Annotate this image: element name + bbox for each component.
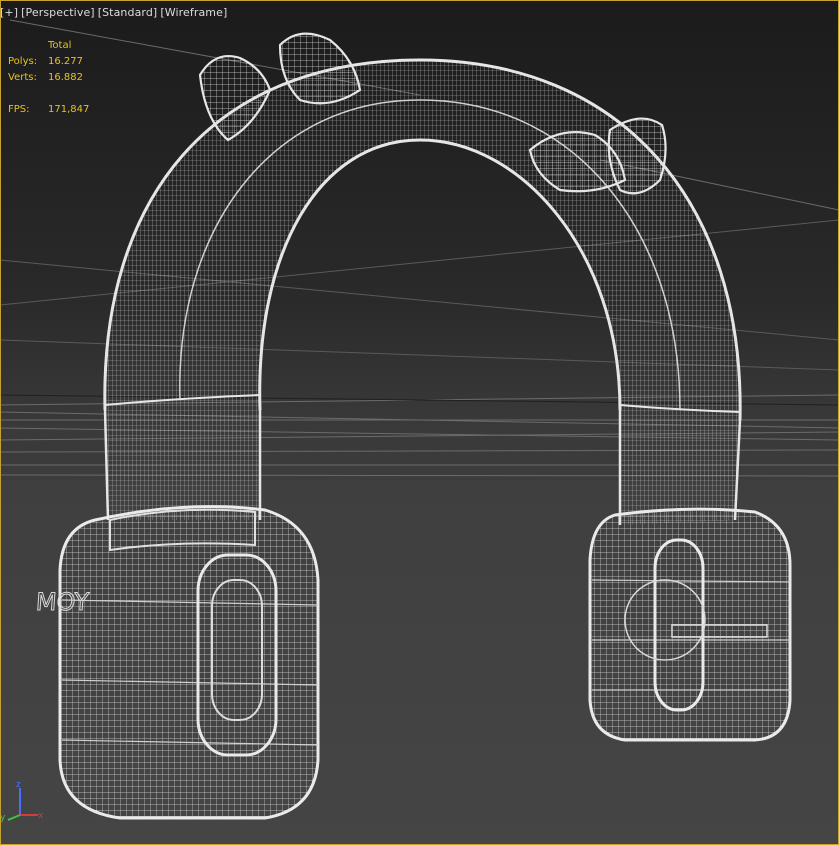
stats-polys-label: Polys: (8, 56, 38, 67)
stats-verts-row: Verts: 16.882 (8, 70, 89, 86)
left-earcup-wireframe[interactable]: MOY (34, 505, 320, 820)
viewport-mode-menu[interactable]: [Wireframe] (160, 6, 227, 19)
stats-polys-value: 16.277 (48, 56, 83, 67)
axis-z-label: z (16, 780, 21, 790)
viewport-plus-menu[interactable]: [+] (0, 6, 18, 19)
stats-header: Total (48, 40, 72, 51)
perspective-viewport[interactable]: MOY z x y [+] [Perspective] [Standard] [Wir… (0, 0, 839, 845)
viewport-view-menu[interactable]: [Perspective] (21, 6, 95, 19)
stats-polys-row: Polys: 16.277 (8, 54, 89, 70)
axis-x-label: x (38, 811, 44, 821)
stats-fps-value: 171,847 (48, 104, 90, 115)
statistics-overlay: Total Polys: 16.277 Verts: 16.882 FPS: 1… (8, 38, 89, 118)
viewport-shading-menu[interactable]: [Standard] (98, 6, 158, 19)
stats-verts-label: Verts: (8, 72, 37, 83)
axis-y-label: y (0, 813, 6, 823)
svg-text:MOY: MOY (35, 588, 90, 616)
stats-fps-label: FPS: (8, 104, 30, 115)
right-earcup-wireframe[interactable] (588, 507, 792, 742)
viewport-canvas: MOY z x y (0, 19, 839, 823)
axis-gizmo-icon: z x y (0, 780, 44, 823)
stats-fps-row: FPS: 171,847 (8, 102, 89, 118)
viewport-label-menu: [+] [Perspective] [Standard] [Wireframe] (0, 6, 230, 19)
stats-verts-value: 16.882 (48, 72, 83, 83)
